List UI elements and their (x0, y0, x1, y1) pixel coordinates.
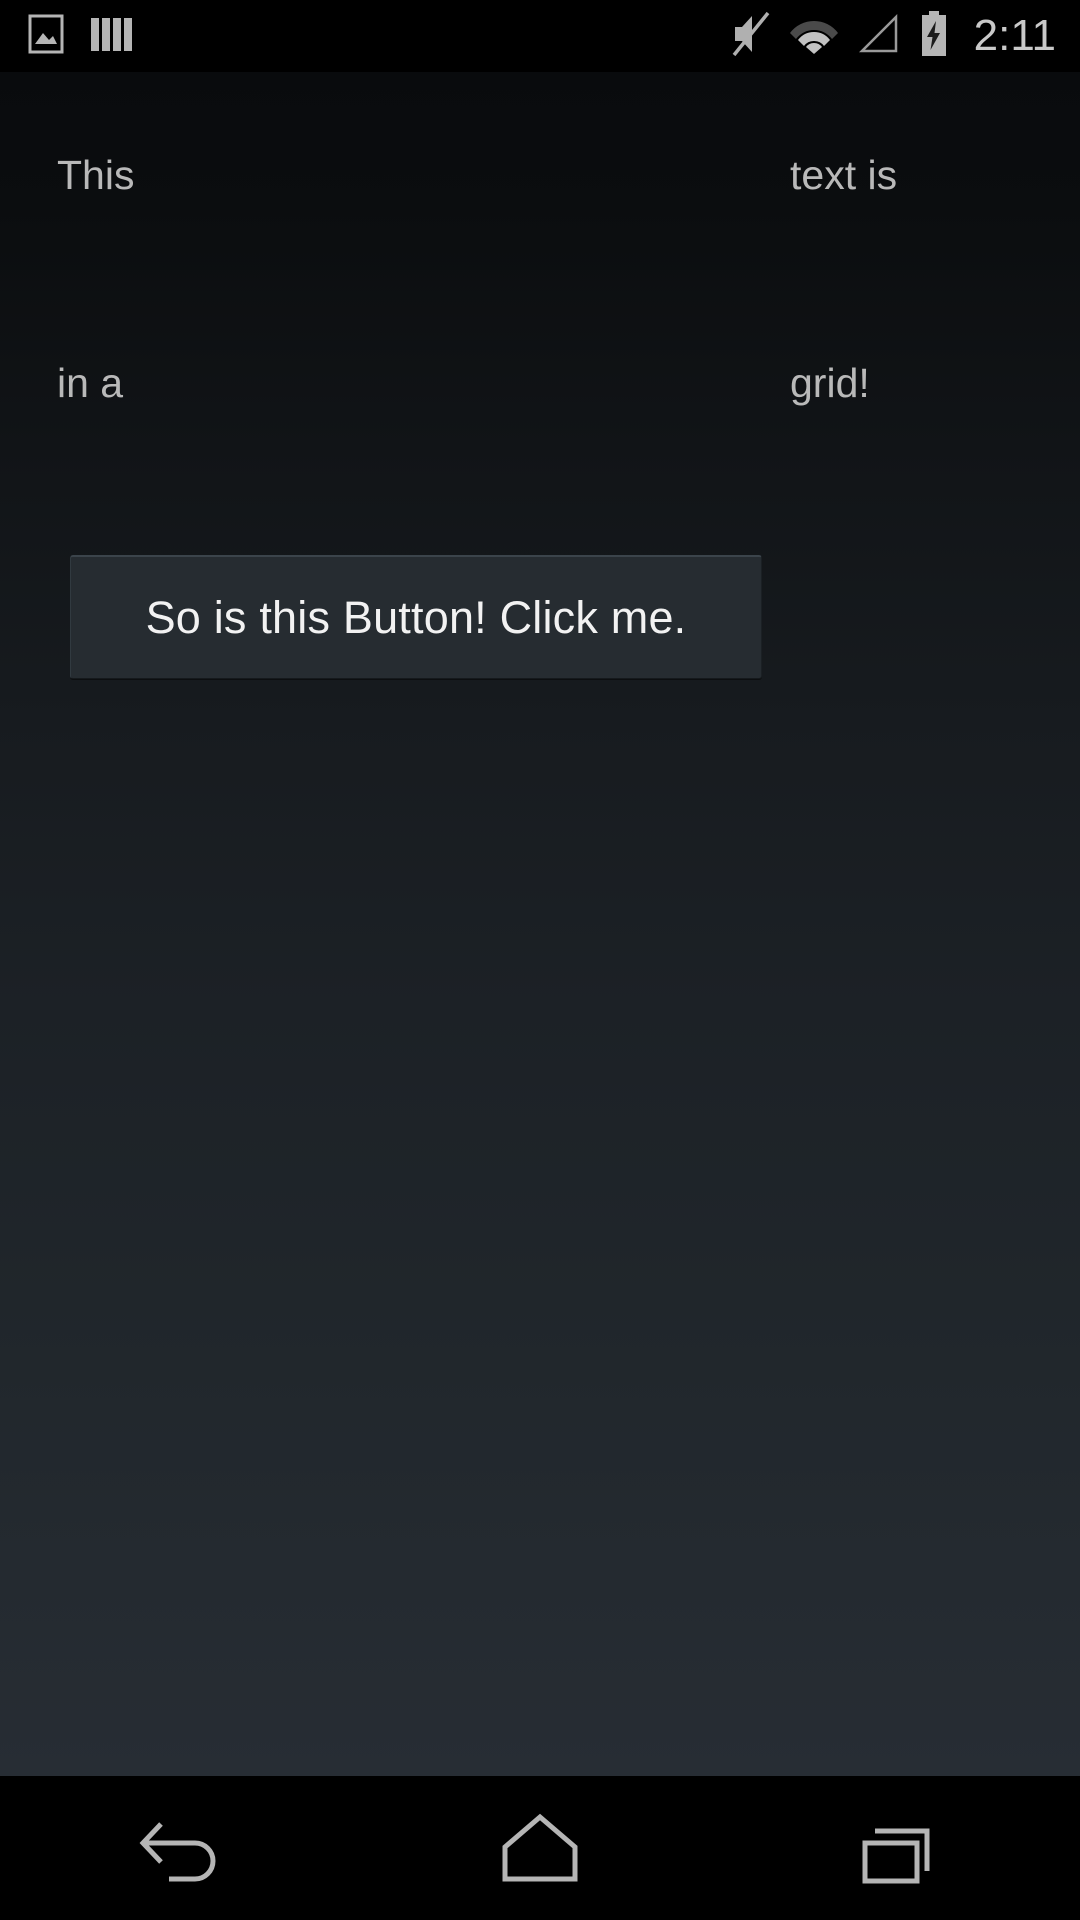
volume-mute-icon (730, 10, 772, 63)
recent-apps-icon (845, 1791, 955, 1906)
text-grid: This text is in a grid! (0, 72, 1080, 488)
screenshot-image-icon (26, 12, 66, 61)
wifi-icon (788, 12, 840, 61)
grid-text-r1c0: in a (57, 360, 124, 407)
grid-cell: grid! (540, 280, 1080, 488)
grid-text-r1c1: grid! (790, 360, 870, 407)
nav-recents-button[interactable] (780, 1776, 1020, 1920)
grid-cell: text is (540, 72, 1080, 280)
grid-cell: in a (0, 280, 540, 488)
grid-text-r0c0: This (57, 152, 135, 199)
battery-charging-icon (918, 9, 950, 64)
status-bar-notifications (0, 12, 136, 61)
cellular-signal-icon (856, 12, 902, 61)
grid-cell: This (0, 72, 540, 280)
status-bar-system-icons: 2:11 (730, 9, 1080, 64)
grid-row: in a grid! (0, 280, 1080, 488)
android-screen: 2:11 This text is in a grid! So is this … (0, 0, 1080, 1920)
click-me-button[interactable]: So is this Button! Click me. (70, 555, 762, 679)
status-bar: 2:11 (0, 0, 1080, 72)
home-icon (485, 1791, 595, 1906)
bars-columns-icon (88, 12, 136, 61)
grid-text-r0c1: text is (790, 152, 898, 199)
navigation-bar (0, 1776, 1080, 1920)
status-bar-clock: 2:11 (973, 11, 1056, 60)
nav-home-button[interactable] (420, 1776, 660, 1920)
back-arrow-icon (125, 1791, 235, 1906)
grid-row: This text is (0, 72, 1080, 280)
app-content: This text is in a grid! So is this Butto… (0, 72, 1080, 1776)
nav-back-button[interactable] (60, 1776, 300, 1920)
